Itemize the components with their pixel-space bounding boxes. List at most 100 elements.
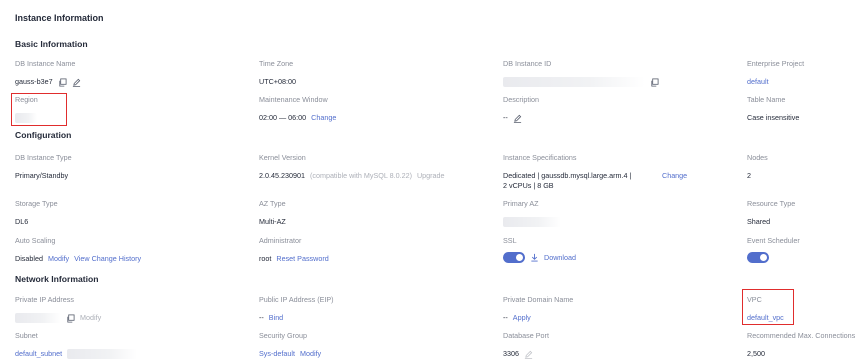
maintenance-window-value: 02:00 — 06:00 [259,113,307,122]
db-instance-type-value: Primary/Standby [15,171,69,180]
private-domain-label: Private Domain Name [503,295,574,304]
ssl-download-link[interactable]: Download [544,253,576,263]
db-instance-type-label: DB Instance Type [15,153,72,162]
field-subnet: Subnet default_subnet [15,331,138,359]
private-ip-modify-link[interactable]: Modify [80,313,101,323]
az-type-value: Multi-AZ [259,217,286,226]
copy-icon[interactable] [650,77,659,87]
kernel-version-label: Kernel Version [259,153,306,162]
section-configuration-title: Configuration [15,130,72,140]
nodes-label: Nodes [747,153,768,162]
maintenance-window-label: Maintenance Window [259,95,328,104]
auto-scaling-value: Disabled [15,254,43,263]
resource-type-label: Resource Type [747,199,796,208]
field-ssl: SSL Download [503,236,576,263]
nodes-value: 2 [747,171,751,180]
field-database-port: Database Port 3306 [503,331,549,359]
database-port-value: 3306 [503,349,519,358]
section-network-title: Network Information [15,274,99,284]
ssl-toggle[interactable] [503,252,525,263]
ssl-label: SSL [503,236,517,245]
subnet-label: Subnet [15,331,38,340]
security-group-label: Security Group [259,331,307,340]
maintenance-change-link[interactable]: Change [311,113,336,123]
instance-specs-label: Instance Specifications [503,153,577,162]
edit-icon[interactable] [72,78,81,87]
kernel-upgrade-link[interactable]: Upgrade [417,171,445,181]
time-zone-label: Time Zone [259,59,294,68]
administrator-label: Administrator [259,236,302,245]
private-ip-value-redacted [15,313,61,323]
instance-info-page: Instance Information Basic Information D… [0,0,859,360]
field-private-domain: Private Domain Name -- Apply [503,295,573,323]
bind-eip-link[interactable]: Bind [269,313,283,323]
field-enterprise-project: Enterprise Project default [747,59,804,87]
field-event-scheduler: Event Scheduler [747,236,800,263]
field-public-ip: Public IP Address (EIP) -- Bind [259,295,334,323]
specs-change-link[interactable]: Change [662,171,687,181]
security-group-link[interactable]: Sys-default [259,349,295,359]
subnet-cidr-redacted [67,349,138,359]
table-name-label: Table Name [747,95,786,104]
auto-scaling-modify-link[interactable]: Modify [48,254,69,264]
table-name-value: Case insensitive [747,113,800,122]
kernel-version-value: 2.0.45.230901 [259,171,305,180]
public-ip-label: Public IP Address (EIP) [259,295,334,304]
field-db-instance-name: DB Instance Name gauss-b3e7 [15,59,81,87]
field-kernel-version: Kernel Version 2.0.45.230901 (compatible… [259,153,445,181]
security-group-modify-link[interactable]: Modify [300,349,321,359]
field-administrator: Administrator root Reset Password [259,236,329,264]
region-highlight-box [11,93,67,126]
description-value: -- [503,113,508,122]
description-label: Description [503,95,539,104]
database-port-label: Database Port [503,331,549,340]
primary-az-label: Primary AZ [503,199,539,208]
private-domain-value: -- [503,313,508,322]
field-table-name: Table Name Case insensitive [747,95,799,123]
apply-domain-link[interactable]: Apply [513,313,531,323]
edit-icon[interactable] [513,114,522,123]
field-az-type: AZ Type Multi-AZ [259,199,286,227]
field-security-group: Security Group Sys-default Modify [259,331,321,359]
field-maintenance-window: Maintenance Window 02:00 — 06:00 Change [259,95,336,123]
db-instance-id-label: DB Instance ID [503,59,552,68]
field-db-instance-type: DB Instance Type Primary/Standby [15,153,72,181]
field-nodes: Nodes 2 [747,153,768,181]
storage-type-label: Storage Type [15,199,58,208]
field-primary-az: Primary AZ [503,199,561,227]
max-connections-value: 2,500 [747,349,765,358]
primary-az-value-redacted [503,217,561,227]
auto-scaling-label: Auto Scaling [15,236,56,245]
enterprise-project-link[interactable]: default [747,77,769,87]
field-resource-type: Resource Type Shared [747,199,795,227]
copy-icon[interactable] [66,313,75,323]
edit-icon[interactable] [524,350,533,359]
view-change-history-link[interactable]: View Change History [74,254,141,264]
field-max-connections: Recommended Max. Connections 2,500 [747,331,855,359]
reset-password-link[interactable]: Reset Password [276,254,328,264]
az-type-label: AZ Type [259,199,286,208]
field-private-ip: Private IP Address Modify [15,295,101,323]
section-basic-title: Basic Information [15,39,88,49]
storage-type-value: DL6 [15,217,29,226]
event-scheduler-toggle[interactable] [747,252,769,263]
field-description: Description -- [503,95,539,123]
page-title: Instance Information [15,13,104,23]
download-icon[interactable] [530,253,539,262]
vpc-highlight-box [742,289,794,325]
subnet-link[interactable]: default_subnet [15,349,62,359]
field-time-zone: Time Zone UTC+08:00 [259,59,296,87]
copy-icon[interactable] [58,77,67,87]
event-scheduler-label: Event Scheduler [747,236,800,245]
kernel-compat-note: (compatible with MySQL 8.0.22) [309,171,412,180]
field-auto-scaling: Auto Scaling Disabled Modify View Change… [15,236,141,264]
field-instance-specs: Instance Specifications Dedicated | gaus… [503,153,687,191]
private-ip-label: Private IP Address [15,295,74,304]
public-ip-value: -- [259,313,264,322]
db-instance-id-value-redacted [503,77,645,87]
db-instance-name-value: gauss-b3e7 [15,77,53,86]
resource-type-value: Shared [747,217,771,226]
max-connections-label: Recommended Max. Connections [747,331,856,340]
db-instance-name-label: DB Instance Name [15,59,76,68]
field-db-instance-id: DB Instance ID [503,59,659,87]
